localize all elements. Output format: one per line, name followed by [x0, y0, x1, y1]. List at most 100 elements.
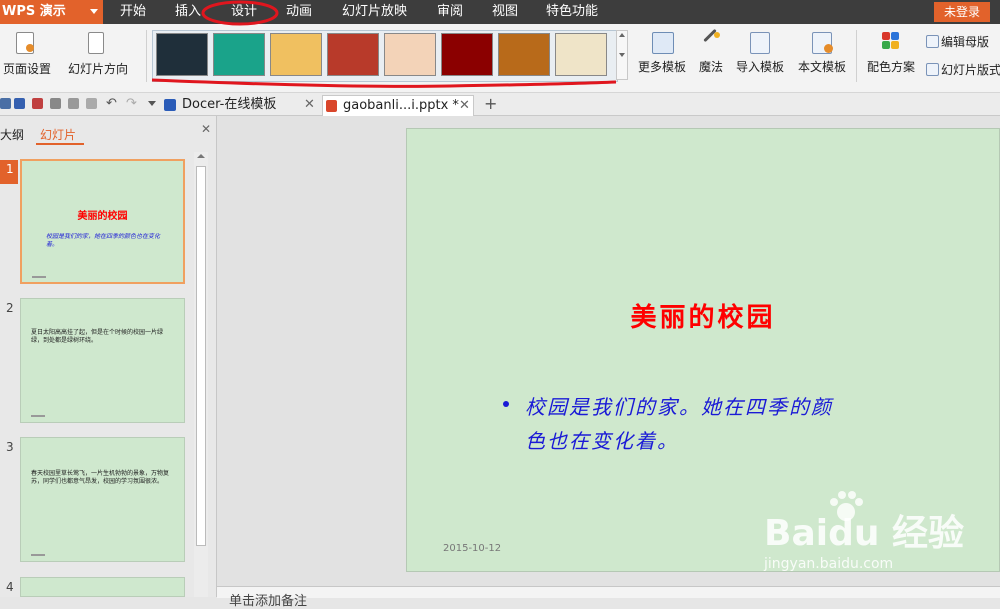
slide-orientation-button[interactable]: 幻灯片方向 [58, 30, 138, 78]
template-thumbnail[interactable] [156, 33, 208, 76]
page-setup-label: 页面设置 [2, 62, 51, 76]
app-name: WPS 演示 [2, 4, 66, 19]
slide-version-label: 幻灯片版式 [941, 63, 1000, 77]
tab-outline[interactable]: 大纲 [0, 126, 24, 143]
import-template-button[interactable]: 导入模板 [732, 30, 788, 78]
more-templates-label: 更多模板 [637, 60, 686, 74]
tab-file-label: gaobanli...i.pptx * [343, 98, 459, 113]
chevron-down-icon [90, 9, 98, 14]
print-icon[interactable] [50, 98, 61, 109]
slide-body-line1[interactable]: 校园是我们的家。她在四季的颜 [525, 391, 833, 420]
docer-icon [164, 99, 176, 111]
save-icon[interactable] [14, 98, 25, 109]
close-icon[interactable]: ✕ [459, 96, 470, 116]
chevron-down-icon [619, 53, 625, 57]
annotation-circle [201, 0, 279, 26]
page-setup-button[interactable]: 页面设置 [0, 30, 54, 78]
undo-icon[interactable]: ↶ [106, 96, 117, 111]
color-swatch-icon [882, 41, 890, 49]
export-pdf-icon[interactable] [32, 98, 43, 109]
print-preview-icon[interactable] [68, 98, 79, 109]
tab-docer-label: Docer-在线模板 [182, 97, 277, 112]
template-thumbnail[interactable] [441, 33, 493, 76]
slide-date[interactable]: 2015-10-12 [443, 543, 501, 554]
badge-icon [824, 44, 833, 53]
tab-slides[interactable]: 幻灯片 [40, 126, 76, 143]
template-thumbnail[interactable] [270, 33, 322, 76]
menu-special[interactable]: 特色功能 [546, 0, 598, 24]
magic-label: 魔法 [698, 60, 723, 74]
text-template-button[interactable]: 本文模板 [794, 30, 850, 78]
color-swatch-icon [891, 41, 899, 49]
ribbon-divider [146, 30, 147, 82]
master-icon [926, 35, 939, 48]
template-thumbnail[interactable] [327, 33, 379, 76]
ribbon-divider [856, 30, 857, 82]
close-icon[interactable]: ✕ [304, 95, 315, 115]
edit-master-button[interactable]: 编辑母版 [926, 32, 1000, 50]
color-scheme-button[interactable]: 配色方案 [862, 30, 920, 78]
slide-thumbnail-4[interactable] [20, 577, 185, 597]
menu-insert[interactable]: 插入 [175, 0, 201, 24]
thumb-body: 春天校园里草长莺飞，一片生机勃勃的景象，万物复苏，同学们也都意气昂发，校园的学习… [31, 470, 170, 485]
app-menu-button[interactable]: WPS 演示 [0, 0, 103, 24]
new-tab-button[interactable]: + [484, 94, 497, 113]
thumb-date [31, 554, 45, 556]
pane-scrollbar[interactable] [194, 152, 208, 597]
text-template-label: 本文模板 [797, 60, 846, 74]
folder-icon[interactable] [0, 98, 11, 109]
chevron-up-icon [197, 154, 205, 158]
redo-icon[interactable]: ↷ [126, 96, 137, 111]
thumb-title: 美丽的校园 [77, 211, 128, 222]
template-thumbnail[interactable] [498, 33, 550, 76]
slide-thumbnail-3[interactable]: 春天校园里草长莺飞，一片生机勃勃的景象，万物复苏，同学们也都意气昂发，校园的学习… [20, 437, 185, 562]
slide-number: 1 [6, 162, 14, 176]
slide-title[interactable]: 美丽的校园 [407, 297, 999, 334]
template-thumbnail[interactable] [213, 33, 265, 76]
slide-number: 4 [6, 580, 14, 594]
pptx-icon [326, 100, 337, 112]
menu-slideshow[interactable]: 幻灯片放映 [342, 0, 407, 24]
orientation-icon [88, 32, 104, 54]
active-tab-indicator [36, 143, 84, 145]
gear-icon [26, 44, 34, 52]
menu-animation[interactable]: 动画 [286, 0, 312, 24]
thumb-body: 校园是我们的家，她在四季的颜色也在变化着。 [46, 233, 161, 248]
magic-button[interactable]: 魔法 [694, 28, 728, 78]
annotation-underline [151, 78, 617, 88]
chevron-down-icon[interactable] [148, 101, 156, 106]
close-icon[interactable]: ✕ [201, 122, 211, 136]
sparkle-icon [714, 32, 720, 38]
login-button[interactable]: 未登录 [934, 2, 990, 22]
template-thumbnail[interactable] [555, 33, 607, 76]
watermark-url: jingyan.baidu.com [764, 556, 894, 572]
slide-version-button[interactable]: 幻灯片版式 [926, 60, 1000, 78]
notes-pane[interactable]: 单击添加备注 [217, 586, 1000, 609]
template-thumbnail[interactable] [384, 33, 436, 76]
thumb-date [31, 415, 45, 417]
tab-file[interactable]: gaobanli...i.pptx * ✕ [322, 95, 474, 116]
edit-master-label: 编辑母版 [941, 35, 990, 49]
slide-thumbnail-1[interactable]: 美丽的校园 校园是我们的家，她在四季的颜色也在变化着。 [20, 159, 185, 284]
bullet [503, 401, 509, 407]
menu-home[interactable]: 开始 [120, 0, 146, 24]
color-scheme-label: 配色方案 [866, 60, 915, 74]
gallery-scrollbar[interactable] [616, 30, 628, 80]
template-icon [652, 32, 674, 54]
color-swatch-icon [891, 32, 899, 40]
baidu-watermark: Baidu 经验 jingyan.baidu.com [756, 490, 1000, 580]
slide-number: 3 [6, 440, 14, 454]
more-templates-button[interactable]: 更多模板 [636, 30, 688, 78]
layout-icon [926, 63, 939, 76]
scroll-thumb[interactable] [196, 166, 206, 546]
slide-body-line2[interactable]: 色也在变化着。 [525, 425, 679, 454]
tab-docer[interactable]: Docer-在线模板 ✕ [160, 95, 318, 115]
import-template-label: 导入模板 [735, 60, 784, 74]
slide-orientation-label: 幻灯片方向 [67, 62, 128, 76]
menu-view[interactable]: 视图 [492, 0, 518, 24]
watermark-brand: Baidu 经验 [764, 513, 965, 554]
slide-thumbnail-2[interactable]: 夏日太阳高高挂了起，但是在个时候的校园一片绿绿，到处都是绿树环绕。 [20, 298, 185, 423]
menu-review[interactable]: 审阅 [437, 0, 463, 24]
slide-number: 2 [6, 301, 14, 315]
doc-icon[interactable] [86, 98, 97, 109]
